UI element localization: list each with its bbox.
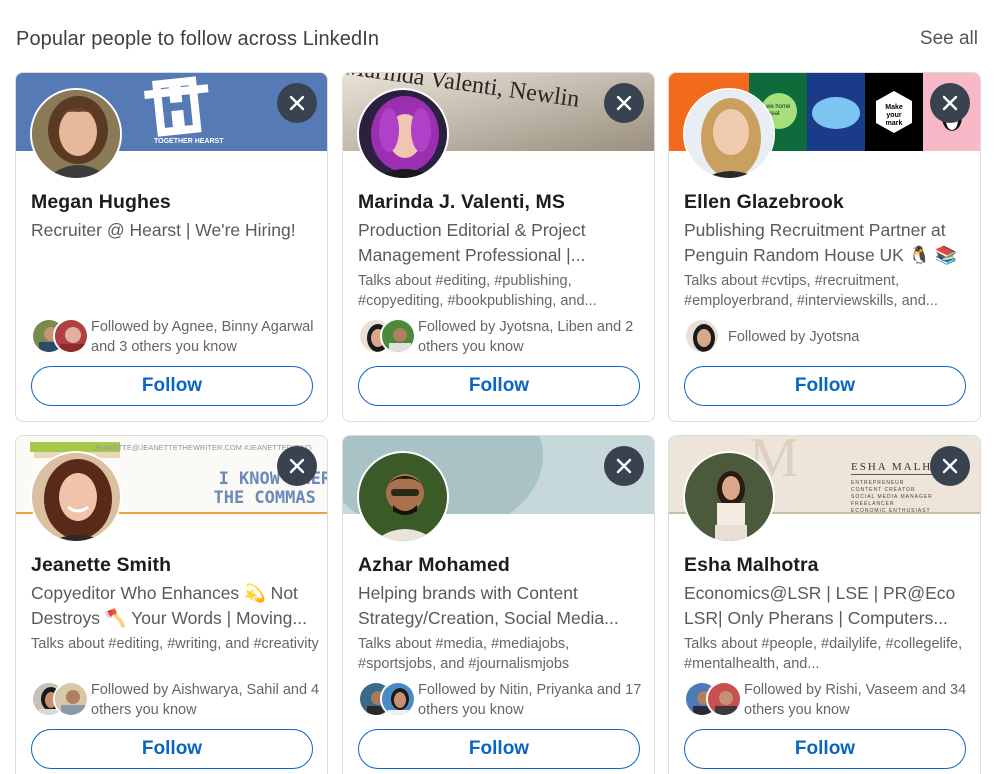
talks-about: Talks about #editing, #publishing, #copy… xyxy=(358,273,597,309)
dismiss-button[interactable] xyxy=(277,446,317,486)
mutual-avatar xyxy=(706,681,742,717)
mutual-connections: Followed by Rishi, Vaseem and 34 others … xyxy=(684,680,974,720)
person-card: we home great Make your mark Ellen Glaze… xyxy=(668,72,981,422)
person-headline: Publishing Recruitment Partner at Pengui… xyxy=(684,220,958,265)
mutual-text: Followed by Agnee, Binny Agarwal and 3 o… xyxy=(91,319,314,355)
svg-text:CONTENT CREATOR: CONTENT CREATOR xyxy=(851,487,915,493)
svg-text:ENTREPRENEUR: ENTREPRENEUR xyxy=(851,480,904,486)
mutual-connections: Followed by Agnee, Binny Agarwal and 3 o… xyxy=(31,317,321,357)
dismiss-button[interactable] xyxy=(604,83,644,123)
mutual-avatar xyxy=(380,318,416,354)
avatar[interactable] xyxy=(683,451,775,543)
svg-text:mark: mark xyxy=(886,120,903,127)
person-name[interactable]: Jeanette Smith xyxy=(31,554,171,577)
talks-about: Talks about #editing, #writing, and #cre… xyxy=(31,636,319,652)
dismiss-button[interactable] xyxy=(604,446,644,486)
close-icon xyxy=(942,95,958,111)
follow-button[interactable]: Follow xyxy=(684,366,966,406)
svg-text:JEANETTE@JEANETTETHEWRITER.COM: JEANETTE@JEANETTETHEWRITER.COM #JEANETTE… xyxy=(94,443,313,452)
follow-button[interactable]: Follow xyxy=(684,729,966,769)
mutual-text: Followed by Aishwarya, Sahil and 4 other… xyxy=(91,682,320,718)
svg-text:THE COMMAS GO: THE COMMAS GO xyxy=(213,488,327,508)
close-icon xyxy=(616,95,632,111)
person-card: TOGETHER HEARST Megan Hughes Recruiter @… xyxy=(15,72,328,422)
mutual-avatar xyxy=(684,318,720,354)
talks-about: Talks about #media, #mediajobs, #sportsj… xyxy=(358,636,570,672)
follow-button[interactable]: Follow xyxy=(31,366,313,406)
person-name[interactable]: Azhar Mohamed xyxy=(358,554,510,577)
avatar[interactable] xyxy=(30,88,122,180)
mutual-text: Followed by Jyotsna, Liben and 2 others … xyxy=(418,319,634,355)
avatar[interactable] xyxy=(30,451,122,543)
close-icon xyxy=(289,458,305,474)
mutual-avatar xyxy=(53,681,89,717)
person-name[interactable]: Megan Hughes xyxy=(31,191,171,214)
person-headline: Economics@LSR | LSE | PR@Eco LSR| Only P… xyxy=(684,583,956,628)
person-headline: Recruiter @ Hearst | We're Hiring! xyxy=(31,220,296,240)
mutual-text: Followed by Jyotsna xyxy=(728,329,860,345)
dismiss-button[interactable] xyxy=(930,446,970,486)
close-icon xyxy=(289,95,305,111)
person-card: Azhar Mohamed Helping brands with Conten… xyxy=(342,435,655,774)
mutual-text: Followed by Nitin, Priyanka and 17 other… xyxy=(418,682,642,718)
section-header: Popular people to follow across LinkedIn… xyxy=(16,26,978,56)
person-card: Marinda Valenti, Newlin Marinda J. Valen… xyxy=(342,72,655,422)
person-name[interactable]: Ellen Glazebrook xyxy=(684,191,844,214)
person-card: JEANETTE@JEANETTETHEWRITER.COM #JEANETTE… xyxy=(15,435,328,774)
svg-text:FREELANCER: FREELANCER xyxy=(851,501,895,507)
avatar[interactable] xyxy=(357,451,449,543)
mutual-connections: Followed by Jyotsna xyxy=(684,317,974,357)
person-headline: Helping brands with Content Strategy/Cre… xyxy=(358,583,619,628)
close-icon xyxy=(942,458,958,474)
follow-button[interactable]: Follow xyxy=(358,729,640,769)
close-icon xyxy=(616,458,632,474)
svg-text:SOCIAL MEDIA MANAGER: SOCIAL MEDIA MANAGER xyxy=(851,494,933,500)
mutual-text: Followed by Rishi, Vaseem and 34 others … xyxy=(744,682,967,718)
dismiss-button[interactable] xyxy=(277,83,317,123)
talks-about: Talks about #people, #dailylife, #colleg… xyxy=(684,636,963,672)
follow-button[interactable]: Follow xyxy=(358,366,640,406)
avatar[interactable] xyxy=(683,88,775,180)
mutual-connections: Followed by Jyotsna, Liben and 2 others … xyxy=(358,317,648,357)
person-card: M ESHA MALHOTRA ENTREPRENEUR CONTENT CRE… xyxy=(668,435,981,774)
section-title: Popular people to follow across LinkedIn xyxy=(16,28,380,50)
person-headline: Production Editorial & Project Managemen… xyxy=(358,220,586,265)
svg-text:your: your xyxy=(886,112,901,119)
svg-text:TOGETHER HEARST: TOGETHER HEARST xyxy=(154,138,224,145)
mutual-avatar xyxy=(380,681,416,717)
mutual-connections: Followed by Nitin, Priyanka and 17 other… xyxy=(358,680,648,720)
mutual-avatar xyxy=(53,318,89,354)
person-headline: Copyeditor Who Enhances 💫 Not Destroys 🪓… xyxy=(31,583,307,628)
person-name[interactable]: Marinda J. Valenti, MS xyxy=(358,191,565,214)
svg-text:we home: we home xyxy=(765,104,791,110)
see-all-link[interactable]: See all xyxy=(920,28,978,50)
person-name[interactable]: Esha Malhotra xyxy=(684,554,819,577)
avatar[interactable] xyxy=(357,88,449,180)
follow-button[interactable]: Follow xyxy=(31,729,313,769)
talks-about: Talks about #cvtips, #recruitment, #empl… xyxy=(684,273,938,309)
mutual-connections: Followed by Aishwarya, Sahil and 4 other… xyxy=(31,680,321,720)
dismiss-button[interactable] xyxy=(930,83,970,123)
svg-text:Make: Make xyxy=(885,104,903,111)
